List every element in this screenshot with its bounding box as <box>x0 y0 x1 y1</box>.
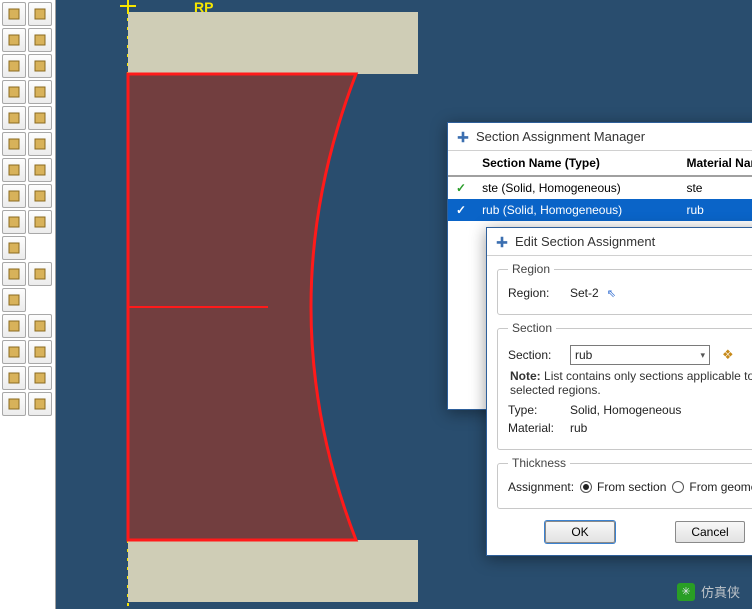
cell-material: ste <box>678 176 752 199</box>
app-icon <box>456 130 470 144</box>
tool-face[interactable] <box>2 392 26 416</box>
region-group: Region Region: Set-2 ⇖ <box>497 262 752 315</box>
tool-orient[interactable] <box>2 132 26 156</box>
tool-list5[interactable] <box>28 184 52 208</box>
radio-from-section[interactable]: From section <box>580 480 666 494</box>
check-icon: ✓ <box>448 176 474 199</box>
radio-from-geometry[interactable]: From geometry <box>672 480 752 494</box>
tool-beam[interactable] <box>2 28 26 52</box>
tool-list3[interactable] <box>28 132 52 156</box>
region-label: Region: <box>508 286 564 300</box>
cell-section-name: rub (Solid, Homogeneous) <box>474 199 678 221</box>
window-titlebar: Section Assignment Manager <box>448 123 752 151</box>
section-table: Section Name (Type) Material Name ✓ ste … <box>448 151 752 221</box>
tool-property[interactable] <box>28 2 52 26</box>
watermark: ✳ 仿真侠 <box>677 582 740 601</box>
chevron-down-icon: ▾ <box>700 350 705 361</box>
tool-part-create[interactable] <box>2 2 26 26</box>
tool-plus[interactable] <box>2 262 26 286</box>
tool-beam2[interactable] <box>2 54 26 78</box>
col-section-name: Section Name (Type) <box>474 151 678 176</box>
tool-tri[interactable] <box>28 392 52 416</box>
tool-list[interactable] <box>28 28 52 52</box>
table-row[interactable]: ✓ rub (Solid, Homogeneous) rub <box>448 199 752 221</box>
material-value: rub <box>570 421 587 435</box>
radio-icon <box>580 481 592 493</box>
tool-extrude[interactable] <box>2 106 26 130</box>
tool-list2[interactable] <box>28 54 52 78</box>
tool-shell[interactable] <box>2 184 26 208</box>
tool-measure[interactable] <box>28 262 52 286</box>
section-table-body: ✓ ste (Solid, Homogeneous) ste✓ rub (Sol… <box>448 176 752 221</box>
tool-sigma[interactable] <box>28 80 52 104</box>
type-label: Type: <box>508 403 564 417</box>
ok-button[interactable]: OK <box>545 521 615 543</box>
region-value: Set-2 <box>570 286 599 300</box>
tool-list4[interactable] <box>28 158 52 182</box>
toolbox <box>0 0 56 609</box>
section-note: Note: List contains only sections applic… <box>508 369 752 397</box>
type-value: Solid, Homogeneous <box>570 403 681 417</box>
tool-axis[interactable] <box>28 366 52 390</box>
cancel-button[interactable]: Cancel <box>675 521 745 543</box>
tool-pick[interactable] <box>2 314 26 338</box>
tool-frac[interactable] <box>28 106 52 130</box>
pick-region-icon[interactable]: ⇖ <box>607 287 616 300</box>
assignment-label: Assignment: <box>508 480 574 494</box>
tool-xyz[interactable] <box>2 366 26 390</box>
tool-origin[interactable] <box>28 314 52 338</box>
create-section-icon[interactable]: ❖ <box>722 347 734 363</box>
tool-cube[interactable] <box>2 158 26 182</box>
material-label: Material: <box>508 421 564 435</box>
section-group: Section Section: rub ▾ ❖ Note: List cont… <box>497 321 752 450</box>
section-select-value: rub <box>575 348 592 362</box>
edit-section-assignment-dialog: Edit Section Assignment ✕ Region Region:… <box>486 227 752 556</box>
section-label: Section: <box>508 348 564 362</box>
tool-origin2[interactable] <box>2 340 26 364</box>
section-select[interactable]: rub ▾ <box>570 345 710 365</box>
check-icon: ✓ <box>448 199 474 221</box>
table-row[interactable]: ✓ ste (Solid, Homogeneous) ste <box>448 176 752 199</box>
tool-grid[interactable] <box>2 288 26 312</box>
cell-material: rub <box>678 199 752 221</box>
app-icon <box>495 235 509 249</box>
section-legend: Section <box>508 321 556 335</box>
region-legend: Region <box>508 262 554 276</box>
dialog-title: Edit Section Assignment <box>515 234 655 249</box>
viewport: RP Section Assignment Manager Section Na… <box>56 0 752 609</box>
tool-part-b[interactable] <box>28 210 52 234</box>
tool-edit[interactable] <box>2 236 26 260</box>
tool-stack[interactable] <box>2 80 26 104</box>
reference-point-label: RP <box>194 0 213 14</box>
thickness-group: Thickness Assignment: From section From … <box>497 456 752 509</box>
tool-corner[interactable] <box>28 340 52 364</box>
radio-icon <box>672 481 684 493</box>
tool-part-a[interactable] <box>2 210 26 234</box>
wechat-icon: ✳ <box>677 583 695 601</box>
thickness-legend: Thickness <box>508 456 570 470</box>
cell-section-name: ste (Solid, Homogeneous) <box>474 176 678 199</box>
col-material-name: Material Name <box>678 151 752 176</box>
window-title: Section Assignment Manager <box>476 129 645 144</box>
